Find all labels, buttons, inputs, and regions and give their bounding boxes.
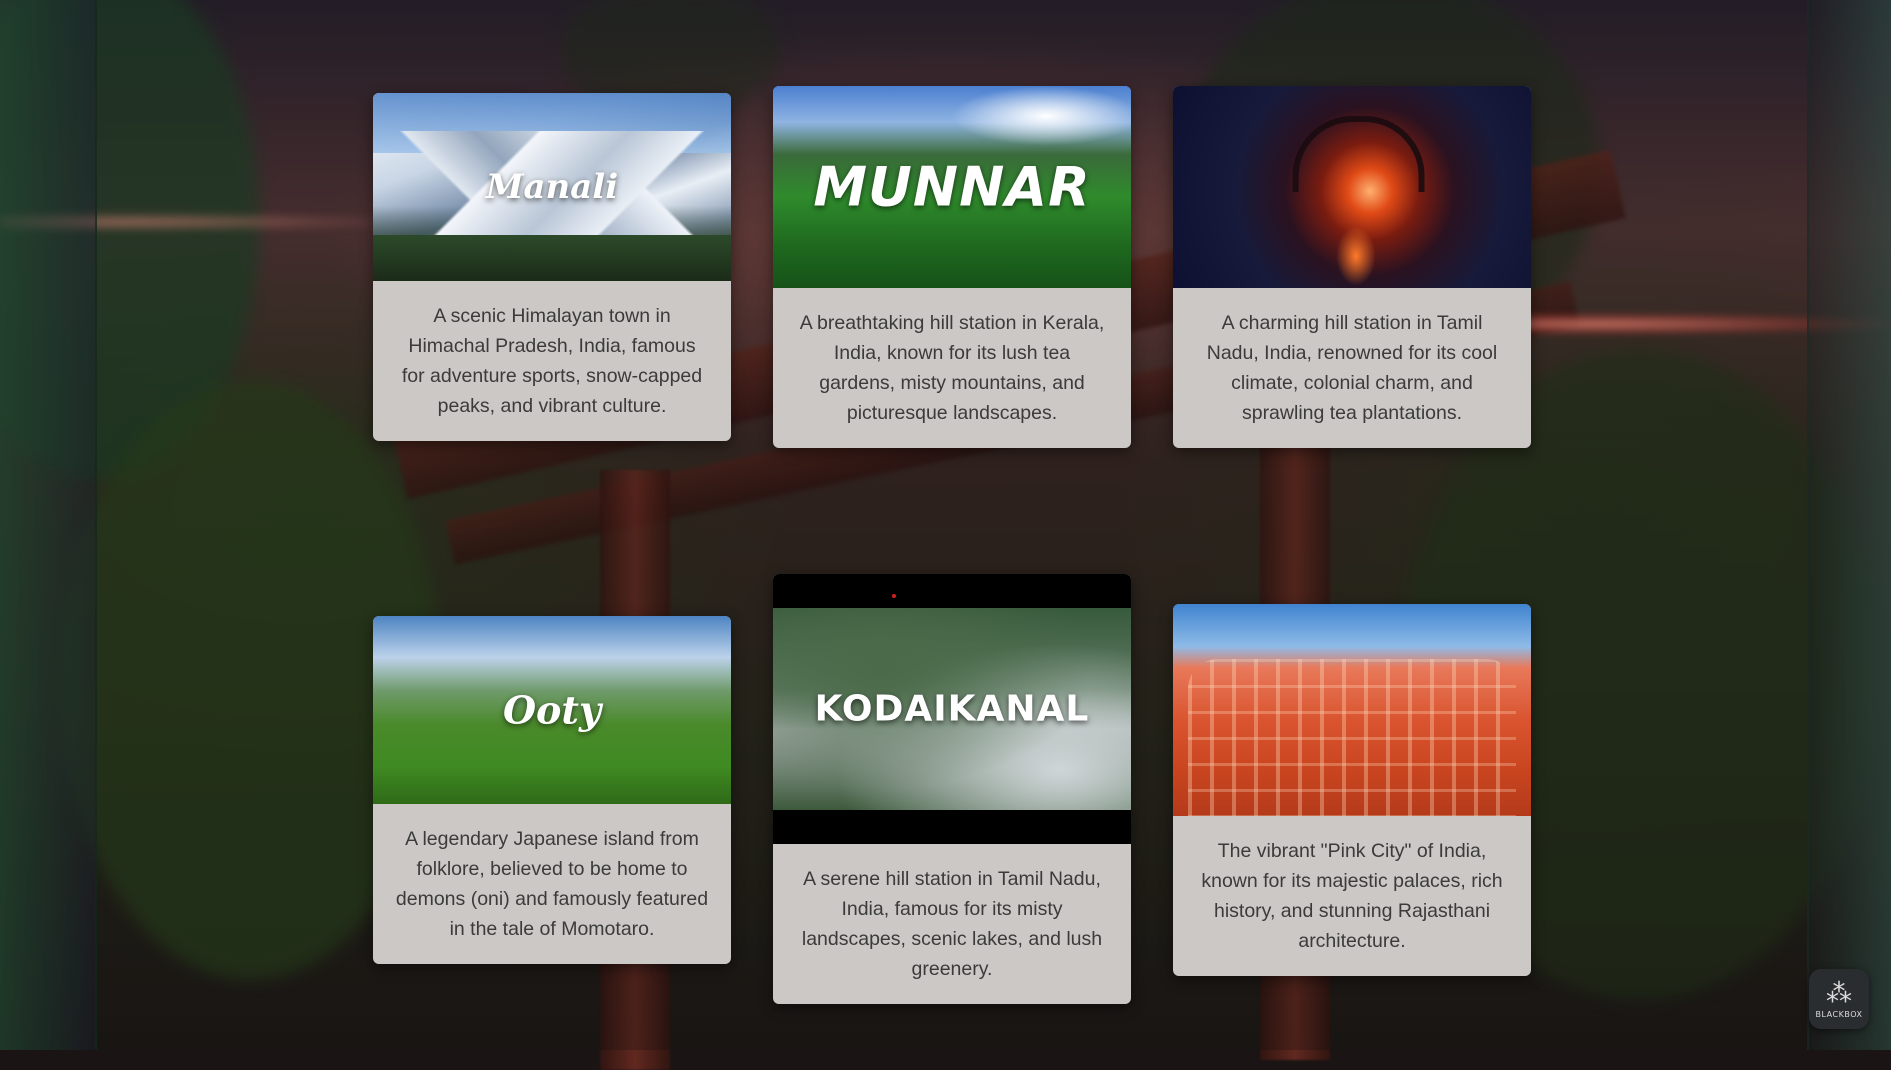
card-description: A breathtaking hill station in Kerala, I… — [799, 312, 1105, 424]
blackbox-logo-icon: ⁂ — [1826, 977, 1852, 1008]
destination-card-kodaikanal[interactable]: KODAIKANAL A serene hill station in Tami… — [773, 574, 1131, 1004]
blackbox-widget-button[interactable]: ⁂ BLACKBOX — [1809, 969, 1869, 1029]
destination-card-jaipur[interactable]: The vibrant "Pink City" of India, known … — [1173, 604, 1531, 976]
card-description: The vibrant "Pink City" of India, known … — [1201, 840, 1503, 952]
recording-dot — [892, 594, 896, 598]
ooty-image: Ooty — [373, 616, 731, 804]
card-description: A serene hill station in Tamil Nadu, Ind… — [801, 868, 1103, 980]
destination-card-manali[interactable]: Manali A scenic Himalayan town in Himach… — [373, 93, 731, 441]
munnar-image: MUNNAR — [773, 86, 1131, 288]
manali-image: Manali — [373, 93, 731, 281]
card-image-title: Manali — [485, 167, 619, 207]
widget-label: BLACKBOX — [1815, 1009, 1863, 1019]
card-image-title: MUNNAR — [813, 155, 1091, 219]
card-description: A legendary Japanese island from folklor… — [395, 828, 709, 940]
destination-card-ooty[interactable]: Ooty A legendary Japanese island from fo… — [373, 616, 731, 964]
card-image-title: KODAIKANAL — [814, 688, 1090, 730]
destination-card-tamil-nadu[interactable]: A charming hill station in Tamil Nadu, I… — [1173, 86, 1531, 448]
hawa-mahal-image — [1173, 604, 1531, 816]
demon-island-image — [1173, 86, 1531, 288]
card-description: A scenic Himalayan town in Himachal Prad… — [401, 305, 703, 417]
card-description: A charming hill station in Tamil Nadu, I… — [1206, 312, 1498, 424]
card-image-title: Ooty — [502, 687, 602, 733]
destination-card-munnar[interactable]: MUNNAR A breathtaking hill station in Ke… — [773, 86, 1131, 448]
kodaikanal-video[interactable]: KODAIKANAL — [773, 574, 1131, 844]
